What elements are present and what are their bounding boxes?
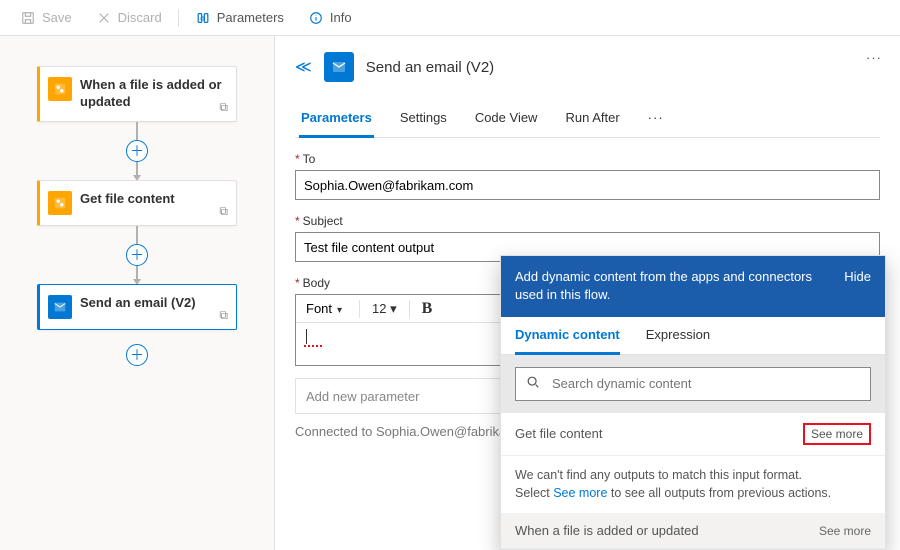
flow-step-label: When a file is added or updated	[80, 77, 226, 111]
separator	[359, 300, 360, 318]
save-button[interactable]: Save	[10, 6, 82, 30]
save-icon	[20, 10, 36, 26]
add-step-button[interactable]: ＋	[126, 140, 148, 162]
tab-runafter[interactable]: Run After	[563, 102, 621, 137]
section-title: When a file is added or updated	[515, 523, 699, 538]
to-input[interactable]	[295, 170, 880, 200]
dynamic-content-popup: Add dynamic content from the apps and co…	[500, 255, 886, 550]
tab-expression[interactable]: Expression	[646, 327, 710, 354]
spellcheck-underline	[304, 345, 324, 347]
tab-dynamic-content[interactable]: Dynamic content	[515, 327, 620, 355]
separator	[409, 300, 410, 318]
toolbar-separator	[178, 9, 179, 27]
sharepoint-icon	[48, 191, 72, 215]
section-getfilecontent: Get file content See more	[501, 413, 885, 456]
to-label: *To	[295, 152, 880, 166]
section-title: Get file content	[515, 426, 602, 441]
flow-step-label: Send an email (V2)	[80, 295, 196, 312]
link-icon: ⧉	[219, 308, 228, 323]
connector-line	[136, 122, 138, 140]
font-select[interactable]: Font	[302, 299, 351, 318]
tab-parameters[interactable]: Parameters	[299, 102, 374, 138]
outlook-icon	[324, 52, 354, 82]
parameters-icon: @	[195, 10, 211, 26]
info-icon	[308, 10, 324, 26]
text-caret	[306, 329, 307, 344]
no-outputs-message: We can't find any outputs to match this …	[501, 456, 885, 514]
parameters-label: Parameters	[217, 10, 284, 25]
info-button[interactable]: Info	[298, 6, 362, 30]
top-toolbar: Save Discard @ Parameters Info	[0, 0, 900, 36]
parameters-button[interactable]: @ Parameters	[185, 6, 294, 30]
info-label: Info	[330, 10, 352, 25]
section-fileadded: When a file is added or updated See more	[501, 513, 885, 549]
flow-canvas: When a file is added or updated ⧉ ＋ Get …	[0, 36, 275, 550]
see-more-button[interactable]: See more	[819, 524, 871, 538]
hide-button[interactable]: Hide	[844, 268, 871, 286]
detail-title: Send an email (V2)	[366, 59, 494, 76]
more-button[interactable]: ···	[866, 50, 882, 65]
flow-step-label: Get file content	[80, 191, 175, 208]
flow-step-sendemail[interactable]: Send an email (V2) ⧉	[37, 284, 237, 330]
popup-banner-text: Add dynamic content from the apps and co…	[515, 268, 815, 304]
sharepoint-icon	[48, 77, 72, 101]
add-step-button[interactable]: ＋	[126, 344, 148, 366]
subject-label: *Subject	[295, 214, 880, 228]
connector-line	[136, 266, 138, 284]
search-dynamic-content[interactable]	[515, 367, 871, 401]
flow-step-trigger[interactable]: When a file is added or updated ⧉	[37, 66, 237, 122]
detail-tabs: Parameters Settings Code View Run After …	[295, 102, 880, 138]
connector-line	[136, 162, 138, 180]
search-icon	[526, 375, 540, 392]
save-label: Save	[42, 10, 72, 25]
tab-settings[interactable]: Settings	[398, 102, 449, 137]
link-icon: ⧉	[219, 100, 228, 115]
svg-text:@: @	[200, 15, 205, 21]
discard-label: Discard	[118, 10, 162, 25]
add-step-button[interactable]: ＋	[126, 244, 148, 266]
tab-more[interactable]: ···	[646, 102, 666, 137]
see-more-link[interactable]: See more	[553, 486, 607, 500]
tab-codeview[interactable]: Code View	[473, 102, 540, 137]
flow-step-getfile[interactable]: Get file content ⧉	[37, 180, 237, 226]
detail-panel: ≪ Send an email (V2) ··· Parameters Sett…	[275, 36, 900, 550]
collapse-icon[interactable]: ≪	[295, 57, 312, 77]
bold-button[interactable]: B	[418, 300, 437, 318]
fontsize-select[interactable]: 12 ▾	[368, 301, 401, 317]
link-icon: ⧉	[219, 204, 228, 219]
outlook-icon	[48, 295, 72, 319]
discard-icon	[96, 10, 112, 26]
see-more-button[interactable]: See more	[803, 423, 871, 445]
connector-line	[136, 226, 138, 244]
discard-button[interactable]: Discard	[86, 6, 172, 30]
add-parameter-label: Add new parameter	[306, 389, 419, 404]
search-input[interactable]	[550, 375, 860, 392]
